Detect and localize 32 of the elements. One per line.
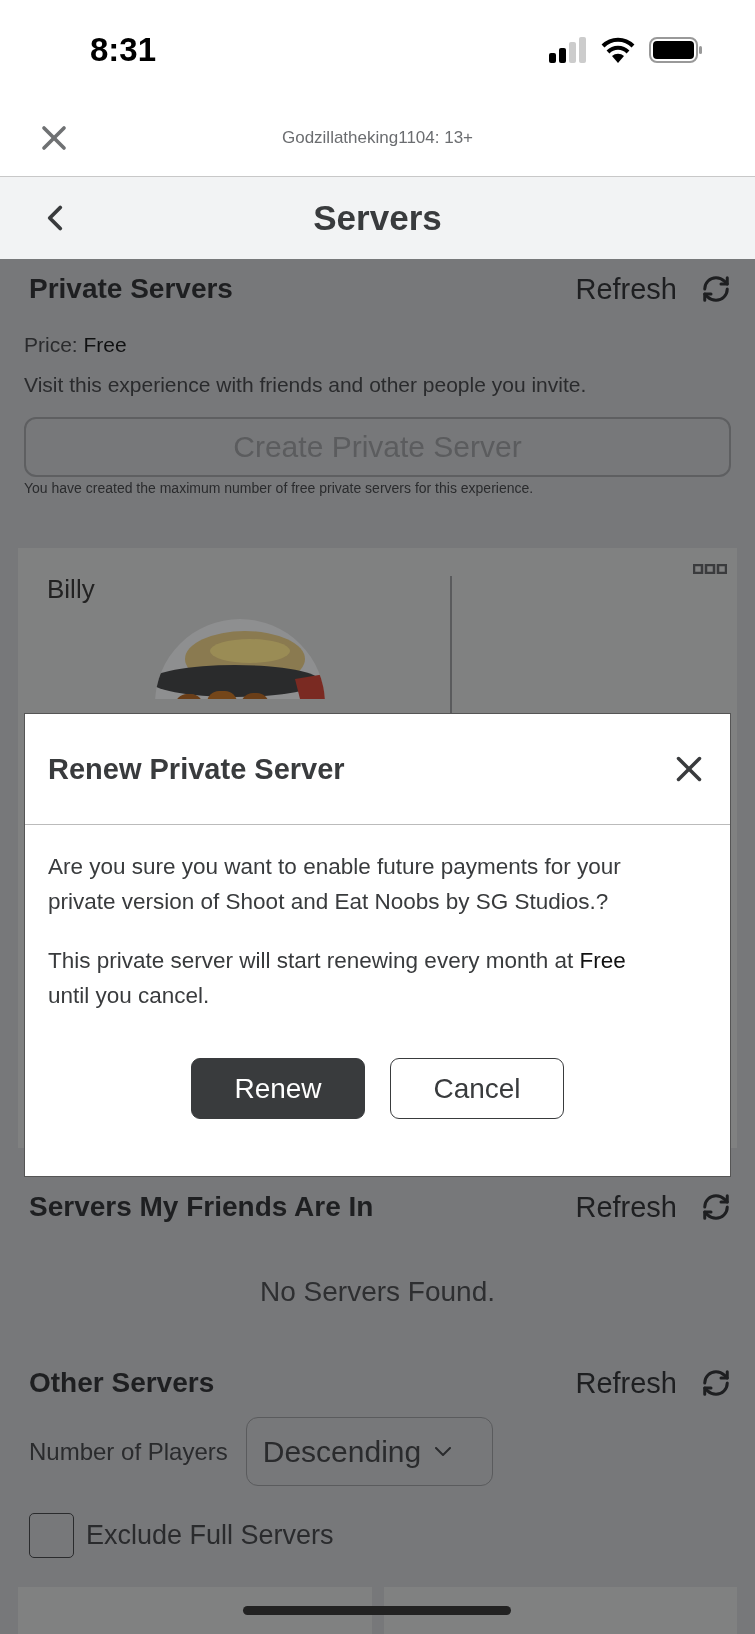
section-title: Private Servers bbox=[29, 273, 233, 305]
price-text: Price: Free bbox=[24, 333, 128, 357]
empty-message: No Servers Found. bbox=[260, 1275, 495, 1309]
dialog-title: Renew Private Server bbox=[48, 752, 345, 786]
refresh-button[interactable]: Refresh bbox=[575, 1366, 731, 1400]
refresh-button[interactable]: Refresh bbox=[575, 1190, 731, 1224]
refresh-button[interactable]: Refresh bbox=[575, 272, 731, 306]
sort-label: Number of Players bbox=[29, 1437, 228, 1466]
signal-icon bbox=[549, 37, 587, 63]
cancel-button[interactable]: Cancel bbox=[390, 1058, 564, 1119]
page-title: Servers bbox=[313, 198, 442, 238]
note-text: You have created the maximum number of free private servers for this experience. bbox=[24, 480, 535, 496]
chevron-down-icon bbox=[435, 1447, 452, 1456]
checkbox-label: Exclude Full Servers bbox=[86, 1520, 334, 1551]
header-title: Godzillatheking1104: 13+ bbox=[281, 128, 474, 148]
refresh-icon bbox=[701, 274, 731, 304]
sort-dropdown[interactable]: Descending bbox=[245, 1417, 493, 1486]
status-time: 8:31 bbox=[90, 31, 157, 69]
section-title: Servers My Friends Are In bbox=[29, 1191, 374, 1223]
refresh-icon bbox=[701, 1192, 731, 1222]
wifi-icon bbox=[601, 37, 635, 63]
server-name: Billy bbox=[47, 574, 96, 605]
checkbox[interactable] bbox=[29, 1513, 74, 1558]
renew-button[interactable]: Renew bbox=[191, 1058, 365, 1119]
dialog-message: Are you sure you want to enable future payments for your private version of Shoot and Eat Noobs by SG Studios.? bbox=[48, 853, 622, 916]
description-text: Visit this experience with friends and other people you invite. bbox=[24, 373, 588, 397]
section-title: Other Servers bbox=[29, 1367, 215, 1399]
renewal-text: This private server will start renewing every month at Free until you cancel. bbox=[48, 947, 627, 1010]
more-button[interactable] bbox=[693, 564, 727, 574]
more-icon bbox=[693, 564, 727, 574]
battery-icon bbox=[649, 37, 703, 63]
refresh-icon bbox=[701, 1368, 731, 1398]
